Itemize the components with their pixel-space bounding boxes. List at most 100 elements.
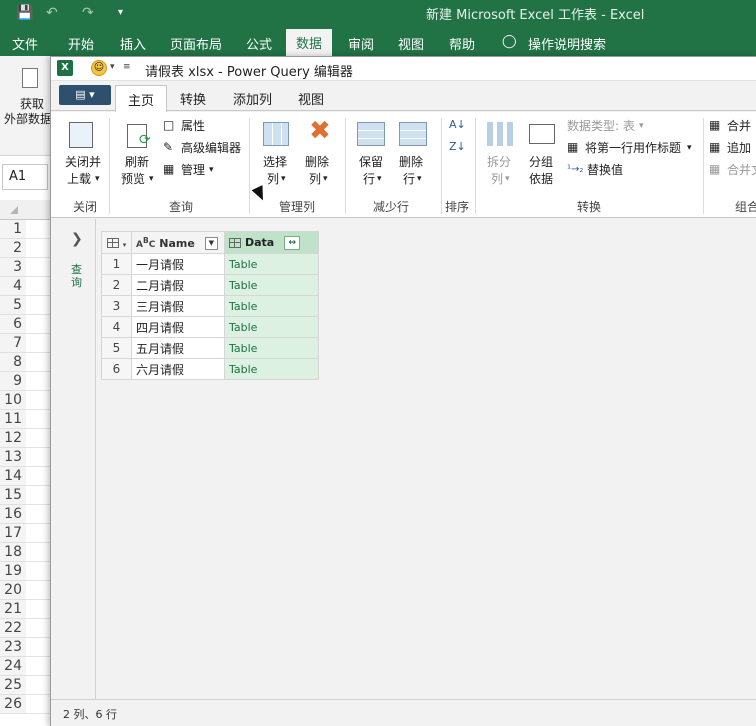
row-header[interactable]: 21 [0, 600, 26, 619]
filter-dropdown-icon[interactable]: ▼ [204, 236, 218, 250]
row-header[interactable]: 19 [0, 562, 26, 581]
row-header[interactable]: 12 [0, 429, 26, 448]
get-external-data-label2[interactable]: 外部数据 [4, 111, 52, 128]
advanced-editor-button[interactable]: 高级编辑器 [181, 140, 241, 157]
cell-name[interactable]: 六月请假 [131, 358, 225, 380]
manage-button[interactable]: 管理 [181, 162, 205, 179]
row-header[interactable]: 6 [0, 315, 26, 334]
tab-add-column[interactable]: 添加列 [233, 89, 272, 108]
table-row[interactable]: 5 五月请假 Table [101, 337, 319, 359]
customize-qat-icon[interactable]: ▾ [118, 4, 123, 22]
save-icon[interactable]: 💾 [16, 4, 33, 22]
row-header[interactable]: 18 [0, 543, 26, 562]
row-index[interactable]: 1 [101, 253, 132, 275]
tab-data[interactable]: 数据 [286, 29, 333, 56]
cell-name[interactable]: 四月请假 [131, 316, 225, 338]
cell-data-table-link[interactable]: Table [224, 274, 319, 296]
row-header[interactable]: 23 [0, 638, 26, 657]
row-header[interactable]: 4 [0, 277, 26, 296]
append-queries-button[interactable]: 追加 [727, 140, 751, 157]
combine-files-button: 合并文 [727, 163, 756, 177]
tab-page-layout[interactable]: 页面布局 [170, 34, 222, 53]
row-header[interactable]: 25 [0, 676, 26, 695]
tab-view[interactable]: 视图 [398, 34, 424, 53]
row-header[interactable]: 13 [0, 448, 26, 467]
properties-button[interactable]: 属性 [181, 118, 205, 135]
replace-values-button[interactable]: 替换值 [587, 162, 623, 179]
row-header[interactable]: 16 [0, 505, 26, 524]
row-header[interactable]: 8 [0, 353, 26, 372]
row-header[interactable]: 22 [0, 619, 26, 638]
row-index[interactable]: 2 [101, 274, 132, 296]
cell-data-table-link[interactable]: Table [224, 295, 319, 317]
row-index[interactable]: 3 [101, 295, 132, 317]
grid-select-all[interactable] [0, 200, 50, 220]
cell-name[interactable]: 二月请假 [131, 274, 225, 296]
cell-name[interactable]: 三月请假 [131, 295, 225, 317]
chevron-down-icon[interactable]: ▾ [110, 62, 115, 72]
cell-name[interactable]: 一月请假 [131, 253, 225, 275]
worksheet-cells[interactable] [26, 220, 50, 726]
tab-home[interactable]: 开始 [68, 34, 94, 53]
file-menu-button[interactable]: ▤ ▾ [59, 85, 111, 105]
sort-descending-icon[interactable]: Z↓ [449, 138, 466, 155]
tab-file[interactable]: 文件 [12, 34, 38, 53]
row-index[interactable]: 5 [101, 337, 132, 359]
row-header[interactable]: 14 [0, 467, 26, 486]
cell-data-table-link[interactable]: Table [224, 337, 319, 359]
row-header[interactable]: 17 [0, 524, 26, 543]
row-header[interactable]: 20 [0, 581, 26, 600]
cell-data-table-link[interactable]: Table [224, 358, 319, 380]
first-row-header-button[interactable]: 将第一行用作标题 [585, 140, 681, 157]
table-row[interactable]: 4 四月请假 Table [101, 316, 319, 338]
row-header[interactable]: 1 [0, 220, 26, 239]
expand-queries-icon[interactable]: ❯ [71, 231, 83, 247]
row-index[interactable]: 4 [101, 316, 132, 338]
chevron-down-icon: ▾ [505, 174, 510, 184]
tab-formulas[interactable]: 公式 [246, 34, 272, 53]
row-header[interactable]: 5 [0, 296, 26, 315]
column-header-data[interactable]: Data ↔ [224, 231, 319, 254]
table-type-icon[interactable] [229, 237, 241, 248]
table-row[interactable]: 3 三月请假 Table [101, 295, 319, 317]
row-header[interactable]: 9 [0, 372, 26, 391]
tab-home[interactable]: 主页 [115, 85, 168, 112]
row-header[interactable]: 26 [0, 695, 26, 714]
cell-name[interactable]: 五月请假 [131, 337, 225, 359]
expand-column-icon[interactable]: ↔ [284, 235, 301, 250]
chevron-down-icon: ▾ [639, 121, 644, 131]
text-type-icon[interactable]: ABC [136, 236, 155, 250]
customize-qat-icon[interactable]: ≡ [123, 62, 131, 72]
queries-pane-label[interactable]: 查询 [71, 263, 85, 289]
row-header[interactable]: 10 [0, 391, 26, 410]
tell-me-search[interactable]: 操作说明搜索 [528, 34, 606, 53]
column-header-name[interactable]: ABC Name ▼ [131, 231, 225, 254]
table-row[interactable]: 6 六月请假 Table [101, 358, 319, 380]
tab-insert[interactable]: 插入 [120, 34, 146, 53]
redo-icon[interactable]: ↷ [82, 4, 94, 22]
table-menu-button[interactable]: ▾ [101, 231, 132, 254]
row-header[interactable]: 11 [0, 410, 26, 429]
feedback-smile-icon[interactable]: ☺ [91, 60, 107, 76]
undo-icon[interactable]: ↶ [46, 4, 58, 22]
split-label1: 拆分 [487, 155, 512, 169]
tab-view[interactable]: 视图 [298, 89, 324, 108]
table-row[interactable]: 2 二月请假 Table [101, 274, 319, 296]
tab-transform[interactable]: 转换 [180, 89, 206, 108]
table-icon [106, 238, 119, 248]
row-header[interactable]: 2 [0, 239, 26, 258]
cell-data-table-link[interactable]: Table [224, 253, 319, 275]
name-box[interactable]: A1 [2, 164, 48, 190]
row-header[interactable]: 3 [0, 258, 26, 277]
tab-review[interactable]: 审阅 [348, 34, 374, 53]
row-header[interactable]: 7 [0, 334, 26, 353]
data-type-dropdown[interactable]: 数据类型: 表 [567, 118, 635, 135]
row-header[interactable]: 24 [0, 657, 26, 676]
table-row[interactable]: 1 一月请假 Table [101, 253, 319, 275]
merge-queries-button[interactable]: 合并 [727, 118, 751, 135]
row-header[interactable]: 15 [0, 486, 26, 505]
row-index[interactable]: 6 [101, 358, 132, 380]
sort-ascending-icon[interactable]: A↓ [449, 116, 466, 133]
tab-help[interactable]: 帮助 [449, 34, 475, 53]
cell-data-table-link[interactable]: Table [224, 316, 319, 338]
